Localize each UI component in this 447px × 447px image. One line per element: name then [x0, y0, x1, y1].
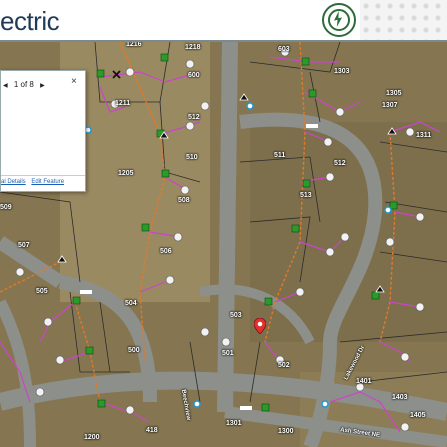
app-title: ectric [0, 6, 60, 36]
pager-text: 1 of 8 [13, 80, 34, 89]
parcel-label: 600 [188, 72, 200, 79]
next-feature-button[interactable]: ▶ [40, 82, 45, 89]
parcel-label: 1301 [226, 420, 242, 427]
parcel-label: 508 [178, 197, 190, 204]
edit-feature-link[interactable]: Edit Feature [31, 179, 64, 185]
parcel-label: 503 [230, 312, 242, 319]
parcel-label: 603 [278, 46, 290, 53]
parcel-label: 1216 [126, 42, 142, 48]
parcel-label: 504 [125, 300, 137, 307]
parcel-label: 1307 [382, 102, 398, 109]
parcel-label: 1305 [386, 90, 402, 97]
details-link[interactable]: al Details [1, 179, 26, 185]
parcel-label: 1303 [334, 68, 350, 75]
prev-feature-button[interactable]: ◀ [3, 82, 8, 89]
parcel-label: 507 [18, 242, 30, 249]
parcel-label: 509 [0, 204, 12, 211]
feature-popup[interactable]: ◀ 1 of 8 ▶ × al Details Edit Feature [0, 70, 86, 192]
close-popup-button[interactable]: × [71, 76, 77, 87]
parcel-label: 513 [300, 192, 312, 199]
parcel-label: 506 [160, 248, 172, 255]
header-decoration [360, 0, 447, 40]
popup-pager: ◀ 1 of 8 ▶ [3, 80, 49, 89]
parcel-label: 1300 [278, 428, 294, 435]
parcel-label: 512 [334, 160, 346, 167]
parcel-label: 1311 [416, 132, 432, 139]
popup-links: al Details Edit Feature [1, 179, 68, 185]
parcel-label: 418 [146, 427, 158, 434]
parcel-label: 502 [278, 362, 290, 369]
app-header: ectric [0, 0, 447, 42]
parcel-label: 1205 [118, 170, 134, 177]
parcel-label: 1405 [410, 412, 426, 419]
parcel-label: 500 [128, 347, 140, 354]
parcel-label: 510 [186, 154, 198, 161]
parcel-label: 1200 [84, 434, 100, 441]
parcel-label: 501 [222, 350, 234, 357]
parcel-label: 505 [36, 288, 48, 295]
parcel-label: 1218 [185, 44, 201, 51]
parcel-label: 511 [274, 152, 286, 159]
parcel-label: 1403 [392, 394, 408, 401]
parcel-label: 512 [188, 114, 200, 121]
parcel-label: 1401 [356, 378, 372, 385]
utility-cooperative-logo [322, 3, 356, 37]
parcel-label: 1211 [115, 100, 131, 107]
popup-divider [1, 175, 85, 176]
